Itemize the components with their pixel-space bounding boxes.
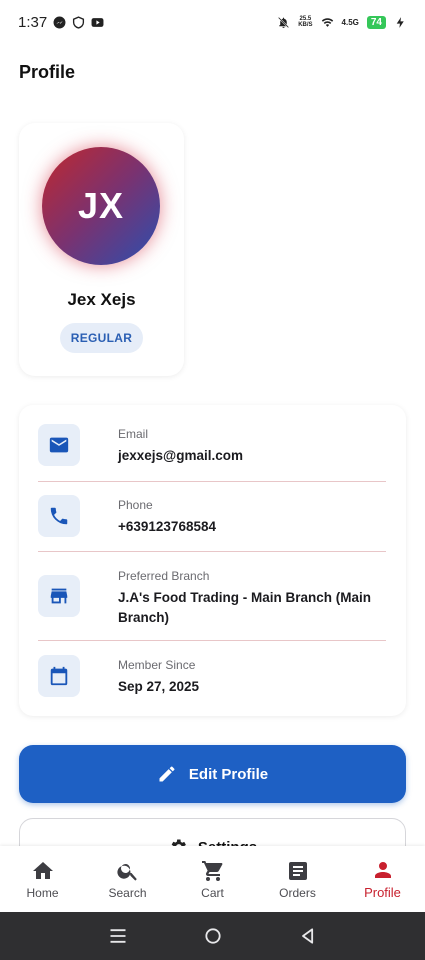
- messenger-icon: [53, 16, 66, 28]
- store-icon: [38, 575, 80, 617]
- email-value: jexxejs@gmail.com: [118, 448, 243, 463]
- status-time: 1:37: [18, 13, 48, 31]
- battery-indicator: 74: [366, 15, 386, 29]
- avatar-initials: JX: [77, 185, 125, 226]
- bottom-nav: Home Search Cart Orders Profile: [0, 846, 425, 912]
- status-bar: 1:37 25.5 KB/S 4.5G 74: [0, 0, 425, 44]
- edit-profile-button[interactable]: Edit Profile: [19, 745, 406, 803]
- nav-orders-label: Orders: [279, 885, 316, 900]
- nav-cart[interactable]: Cart: [170, 846, 255, 912]
- back-icon[interactable]: [298, 926, 318, 946]
- mute-bell-icon: [278, 16, 290, 28]
- wifi-icon: [321, 17, 333, 27]
- phone-row: Phone +639123768584: [38, 495, 386, 545]
- nav-orders[interactable]: Orders: [255, 846, 340, 912]
- nav-profile-label: Profile: [364, 885, 401, 900]
- orders-icon: [288, 861, 307, 880]
- home-circle-icon[interactable]: [203, 926, 223, 946]
- system-nav-bar: [0, 912, 425, 960]
- net-speed: 25.5 KB/S: [298, 16, 312, 28]
- branch-value: J.A's Food Trading - Main Branch (Main B…: [118, 590, 371, 625]
- nav-search[interactable]: Search: [85, 846, 170, 912]
- net-speed-unit: KB/S: [298, 22, 313, 28]
- recent-apps-icon[interactable]: [108, 926, 128, 946]
- mail-icon: [38, 424, 80, 466]
- person-icon: [374, 862, 391, 878]
- divider: [38, 640, 386, 641]
- avatar[interactable]: JX: [42, 147, 160, 265]
- search-icon: [116, 863, 137, 881]
- phone-icon: [38, 495, 80, 537]
- home-icon: [32, 861, 53, 879]
- nav-cart-label: Cart: [201, 885, 224, 900]
- membership-tier-badge: REGULAR: [60, 323, 143, 353]
- nav-home[interactable]: Home: [0, 846, 85, 912]
- network-type: 4.5G: [341, 17, 359, 27]
- nav-profile[interactable]: Profile: [340, 846, 425, 912]
- branch-row: Preferred Branch J.A's Food Trading - Ma…: [38, 567, 386, 637]
- account-info-card: Email jexxejs@gmail.com Phone +639123768…: [19, 405, 406, 716]
- user-name: Jex Xejs: [67, 290, 136, 309]
- email-label: Email: [118, 427, 149, 441]
- edit-profile-label: Edit Profile: [188, 765, 269, 783]
- divider: [38, 551, 386, 552]
- email-row: Email jexxejs@gmail.com: [38, 424, 386, 474]
- calendar-icon: [38, 655, 80, 697]
- pencil-icon: [159, 766, 175, 782]
- page-title: Profile: [19, 62, 76, 82]
- cart-icon: [201, 860, 222, 881]
- shield-icon: [73, 15, 85, 29]
- branch-label: Preferred Branch: [118, 569, 210, 583]
- member-since-value: Sep 27, 2025: [118, 679, 200, 694]
- charging-icon: [396, 16, 404, 28]
- youtube-icon: [91, 17, 104, 27]
- phone-value: +639123768584: [118, 519, 216, 534]
- nav-home-label: Home: [26, 885, 59, 900]
- phone-label: Phone: [118, 498, 153, 512]
- divider: [38, 481, 386, 482]
- member-since-label: Member Since: [118, 658, 196, 672]
- nav-search-label: Search: [108, 885, 147, 900]
- profile-card: JX Jex Xejs REGULAR: [19, 123, 184, 376]
- member-since-row: Member Since Sep 27, 2025: [38, 655, 386, 705]
